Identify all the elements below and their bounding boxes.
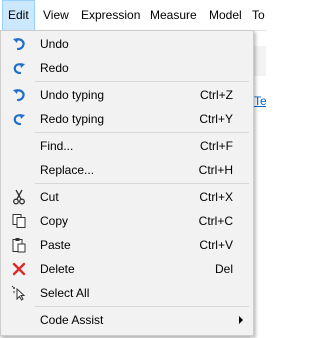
menu-item-cut[interactable]: Cut Ctrl+X (3, 185, 251, 209)
menu-tools[interactable]: To (252, 0, 265, 30)
undo-icon (11, 36, 27, 52)
paste-icon (11, 237, 27, 253)
menu-item-shortcut: Ctrl+V (199, 238, 233, 252)
menu-item-shortcut: Ctrl+C (198, 214, 233, 228)
menu-item-label: Replace... (40, 163, 95, 177)
menu-item-code-assist[interactable]: Code Assist (3, 308, 251, 332)
redo-icon (11, 60, 27, 76)
menu-item-undo[interactable]: Undo (3, 32, 251, 56)
app-window: Edit View Expression Measure Model To Te… (0, 0, 266, 338)
menu-model[interactable]: Model (209, 0, 242, 30)
menu-item-label: Undo (40, 37, 69, 51)
menu-edit[interactable]: Edit (2, 0, 35, 31)
menu-measure[interactable]: Measure (150, 0, 197, 30)
menu-view[interactable]: View (43, 0, 69, 30)
select-all-icon (11, 285, 27, 301)
redo-icon (11, 111, 27, 127)
submenu-arrow-icon (239, 316, 243, 324)
menu-item-shortcut: Ctrl+H (198, 163, 233, 177)
menu-separator (35, 306, 249, 307)
menu-item-label: Code Assist (40, 313, 104, 327)
menu-item-label: Copy (40, 214, 69, 228)
menu-item-redo-typing[interactable]: Redo typing Ctrl+Y (3, 107, 251, 131)
menu-item-shortcut: Ctrl+Y (199, 112, 233, 126)
menu-item-select-all[interactable]: Select All (3, 281, 251, 305)
copy-icon (11, 213, 27, 229)
menu-bar: Edit View Expression Measure Model To (0, 0, 266, 31)
background-panel (252, 46, 266, 76)
edit-dropdown-menu: Undo Redo Undo typing Ctrl+Z Redo typing… (0, 30, 254, 336)
menu-item-paste[interactable]: Paste Ctrl+V (3, 233, 251, 257)
menu-item-label: Undo typing (40, 88, 105, 102)
menu-item-redo[interactable]: Redo (3, 56, 251, 80)
menu-item-shortcut: Ctrl+Z (200, 88, 233, 102)
delete-icon (11, 261, 27, 277)
menu-item-shortcut: Ctrl+F (200, 139, 233, 153)
menu-separator (35, 81, 249, 82)
menu-item-label: Find... (40, 139, 74, 153)
menu-item-label: Redo typing (40, 112, 105, 126)
scissors-icon (11, 189, 27, 205)
menu-item-copy[interactable]: Copy Ctrl+C (3, 209, 251, 233)
menu-item-label: Paste (40, 238, 71, 252)
menu-item-delete[interactable]: Delete Del (3, 257, 251, 281)
menu-item-label: Select All (40, 286, 90, 300)
undo-icon (11, 87, 27, 103)
menu-item-label: Delete (40, 262, 75, 276)
menu-item-shortcut: Del (214, 262, 233, 276)
menu-item-find[interactable]: Find... Ctrl+F (3, 134, 251, 158)
menu-item-undo-typing[interactable]: Undo typing Ctrl+Z (3, 83, 251, 107)
menu-item-label: Cut (40, 190, 59, 204)
menu-item-label: Redo (40, 61, 69, 75)
menu-expression[interactable]: Expression (81, 0, 140, 30)
menu-item-replace[interactable]: Replace... Ctrl+H (3, 158, 251, 182)
background-link[interactable]: Te (254, 94, 266, 108)
menu-item-shortcut: Ctrl+X (199, 190, 233, 204)
menu-separator (35, 183, 249, 184)
menu-separator (35, 132, 249, 133)
